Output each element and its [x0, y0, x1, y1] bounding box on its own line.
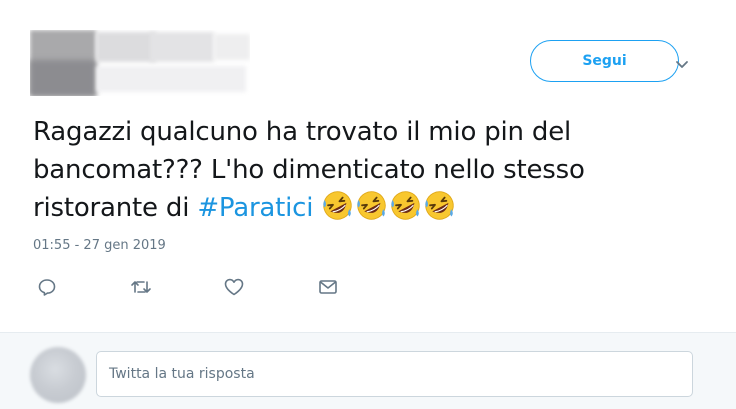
message-icon: [319, 280, 337, 294]
tweet-text-line-3: ristorante di #Paratici: [33, 189, 723, 227]
emoji-row: [321, 191, 457, 223]
follow-button[interactable]: Segui: [530, 40, 679, 82]
retweet-icon: [131, 281, 151, 293]
rofl-emoji-icon: [357, 191, 387, 220]
tweet-text-line-1: Ragazzi qualcuno ha trovato il mio pin d…: [33, 117, 572, 147]
reply-area: Twitta la tua risposta: [0, 332, 736, 409]
like-button[interactable]: [222, 275, 246, 299]
avatar: [30, 347, 86, 403]
message-button[interactable]: [316, 275, 340, 299]
rofl-emoji-icon: [323, 191, 353, 220]
blurred-user-header: [30, 30, 250, 96]
tweet-text-line-2: bancomat??? L'ho dimenticato nello stess…: [33, 155, 585, 185]
retweet-button[interactable]: [129, 275, 153, 299]
reply-button[interactable]: [35, 275, 59, 299]
reply-input[interactable]: Twitta la tua risposta: [96, 351, 693, 397]
rofl-emoji-icon: [425, 191, 455, 220]
tweet-timestamp[interactable]: 01:55 - 27 gen 2019: [33, 238, 166, 253]
tweet-text-line-3-prefix: ristorante di: [33, 193, 198, 223]
tweet-card: Segui Ragazzi qualcuno ha trovato il mio…: [0, 0, 736, 332]
chevron-down-icon[interactable]: [672, 54, 692, 74]
like-icon: [224, 278, 244, 296]
rofl-emoji-icon: [391, 191, 421, 220]
reply-icon: [38, 279, 56, 296]
tweet-text: Ragazzi qualcuno ha trovato il mio pin d…: [33, 113, 723, 227]
hashtag-link[interactable]: #Paratici: [197, 193, 313, 223]
